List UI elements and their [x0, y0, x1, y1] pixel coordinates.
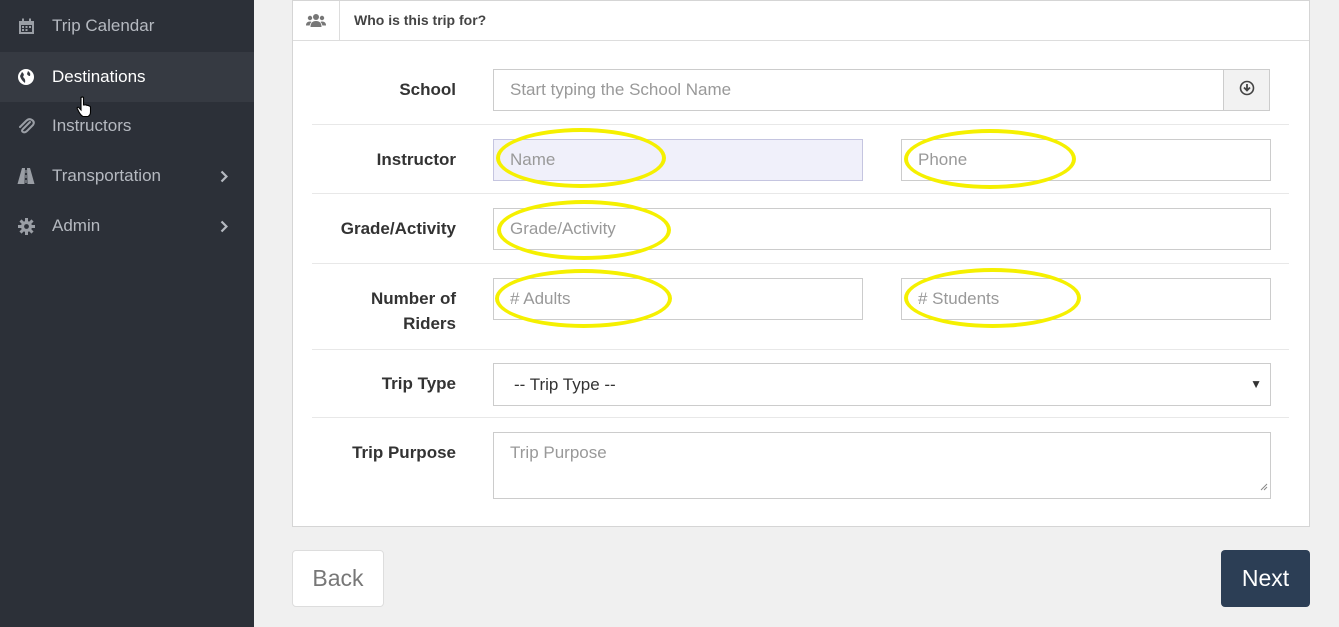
- hand-cursor-icon: [76, 96, 92, 123]
- sidebar-item-instructors[interactable]: Instructors: [0, 101, 254, 151]
- sidebar-item-label: Destinations: [52, 67, 146, 86]
- sidebar-item-label: Admin: [52, 216, 101, 235]
- sidebar-item-label: Trip Calendar: [52, 16, 155, 35]
- row-divider: [312, 124, 1289, 125]
- sidebar-item-label: Transportation: [52, 166, 161, 185]
- sidebar-item-destinations[interactable]: Destinations: [0, 52, 254, 102]
- sidebar-item-trip-calendar[interactable]: Trip Calendar: [0, 1, 254, 51]
- school-label: School: [399, 80, 456, 99]
- grade-activity-input[interactable]: Grade/Activity: [493, 208, 1271, 250]
- number-of-riders-label-line1: Number of: [371, 289, 456, 308]
- panel-title: Who is this trip for?: [354, 12, 487, 28]
- chevron-right-icon: [218, 168, 230, 184]
- adults-count-input[interactable]: # Adults: [493, 278, 863, 320]
- globe-icon: [17, 68, 35, 86]
- trip-type-select[interactable]: -- Trip Type -- ▼: [493, 363, 1271, 406]
- paperclip-icon: [17, 117, 35, 135]
- instructor-label: Instructor: [376, 150, 456, 169]
- next-button[interactable]: Next: [1221, 550, 1310, 607]
- instructor-phone-input[interactable]: Phone: [901, 139, 1271, 181]
- students-count-input[interactable]: # Students: [901, 278, 1271, 320]
- sidebar-item-transportation[interactable]: Transportation: [0, 151, 254, 201]
- trip-purpose-placeholder: Trip Purpose: [510, 443, 607, 462]
- sidebar: Trip Calendar Destinations Instructors T…: [0, 0, 254, 627]
- row-divider: [312, 417, 1289, 418]
- gear-icon: [17, 217, 35, 235]
- number-of-riders-label-line2: Riders: [403, 314, 456, 333]
- trip-type-label: Trip Type: [381, 374, 456, 393]
- users-icon: [293, 1, 340, 40]
- circle-download-icon: [1239, 80, 1255, 101]
- calendar-icon: [17, 17, 35, 35]
- caret-down-icon: ▼: [1250, 377, 1262, 391]
- trip-purpose-label: Trip Purpose: [352, 443, 456, 462]
- sidebar-item-admin[interactable]: Admin: [0, 201, 254, 251]
- row-divider: [312, 263, 1289, 264]
- school-lookup-button[interactable]: [1223, 69, 1270, 111]
- trip-type-selected-value: -- Trip Type --: [514, 374, 616, 394]
- row-divider: [312, 349, 1289, 350]
- road-icon: [17, 167, 35, 185]
- trip-purpose-textarea[interactable]: Trip Purpose: [493, 432, 1271, 499]
- panel-header: Who is this trip for?: [293, 1, 1309, 41]
- row-divider: [312, 193, 1289, 194]
- resize-handle-icon[interactable]: [1260, 476, 1268, 496]
- chevron-right-icon: [218, 218, 230, 234]
- back-button[interactable]: Back: [292, 550, 384, 607]
- school-input[interactable]: Start typing the School Name: [493, 69, 1224, 111]
- grade-activity-label: Grade/Activity: [340, 219, 456, 238]
- instructor-name-input[interactable]: Name: [493, 139, 863, 181]
